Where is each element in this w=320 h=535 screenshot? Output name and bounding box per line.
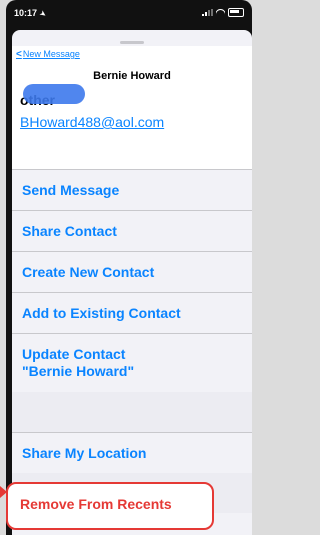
navigation-bar: <New Message: [12, 46, 252, 66]
wifi-icon: [216, 9, 225, 16]
annotation-arrow-icon: [0, 486, 7, 498]
redaction-overlay: [23, 84, 85, 104]
status-bar: 10:17➤: [6, 0, 252, 24]
share-contact-button[interactable]: Share Contact: [12, 210, 252, 251]
update-contact-label: Update Contact: [22, 346, 126, 362]
email-address-link[interactable]: BHoward488@aol.com: [20, 114, 164, 130]
location-arrow-icon: ➤: [38, 9, 48, 19]
contact-name: Bernie Howard: [93, 70, 171, 82]
chevron-left-icon: <: [16, 49, 22, 60]
share-my-location-button[interactable]: Share My Location: [12, 432, 252, 473]
send-message-label: Send Message: [22, 182, 120, 198]
back-button-label: New Message: [22, 49, 80, 59]
remove-from-recents-button[interactable]: Remove From Recents: [6, 482, 214, 530]
send-message-button[interactable]: Send Message: [12, 169, 252, 210]
back-button[interactable]: <New Message: [16, 49, 80, 60]
add-to-existing-contact-label: Add to Existing Contact: [22, 305, 181, 321]
section-spacer: [12, 392, 252, 432]
remove-from-recents-label: Remove From Recents: [20, 496, 172, 512]
update-contact-name-label: "Bernie Howard": [22, 363, 135, 379]
status-icons: [202, 8, 244, 17]
add-to-existing-contact-button[interactable]: Add to Existing Contact: [12, 292, 252, 333]
phone-frame: 10:17➤ <New Message Bernie Howard other …: [6, 0, 252, 535]
status-time: 10:17➤: [14, 8, 48, 19]
sheet-grabber[interactable]: [120, 41, 144, 44]
cell-signal-icon: [202, 9, 213, 16]
create-new-contact-button[interactable]: Create New Contact: [12, 251, 252, 292]
contact-card: Bernie Howard other BHoward488@aol.com: [12, 66, 252, 169]
contact-sheet: <New Message Bernie Howard other BHoward…: [12, 30, 252, 535]
update-contact-button[interactable]: Update Contact "Bernie Howard": [12, 333, 252, 392]
share-contact-label: Share Contact: [22, 223, 117, 239]
status-time-text: 10:17: [14, 8, 38, 18]
create-new-contact-label: Create New Contact: [22, 264, 155, 280]
share-my-location-label: Share My Location: [22, 445, 147, 461]
battery-icon: [228, 8, 244, 17]
